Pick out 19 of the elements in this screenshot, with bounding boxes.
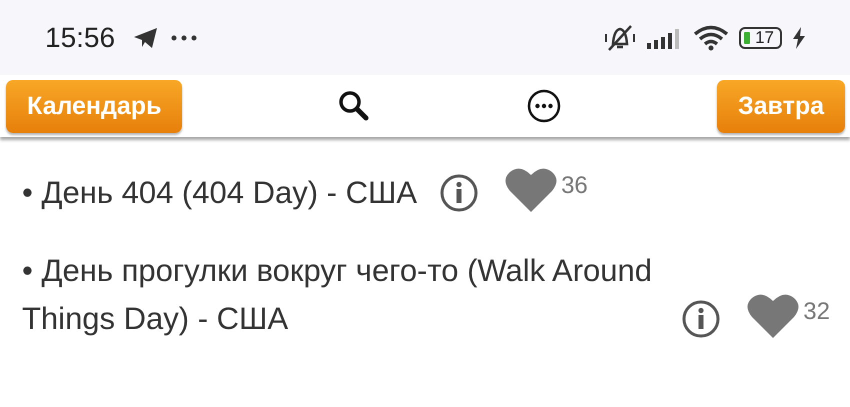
holiday-title: • День прогулки вокруг чего-то (Walk Around Things Day) - США <box>22 252 654 338</box>
heart-icon[interactable] <box>747 293 800 339</box>
heart-icon[interactable] <box>505 167 558 213</box>
like-count: 36 <box>561 171 588 201</box>
battery-indicator: 17 <box>739 26 782 48</box>
telegram-icon <box>133 26 160 48</box>
info-icon[interactable] <box>681 299 722 339</box>
info-icon[interactable] <box>439 173 480 213</box>
like-count: 32 <box>803 297 830 327</box>
calendar-button[interactable]: Календарь <box>6 80 182 132</box>
holiday-title: • День 404 (404 Day) - США <box>22 174 418 212</box>
charging-icon <box>792 26 806 48</box>
muted-bell-icon <box>603 24 638 52</box>
status-time: 15:56 <box>45 22 116 54</box>
search-icon[interactable] <box>337 89 372 123</box>
more-icon <box>171 34 198 40</box>
more-options-icon[interactable] <box>526 88 562 124</box>
tomorrow-button[interactable]: Завтра <box>716 80 845 132</box>
wifi-icon <box>693 24 730 50</box>
